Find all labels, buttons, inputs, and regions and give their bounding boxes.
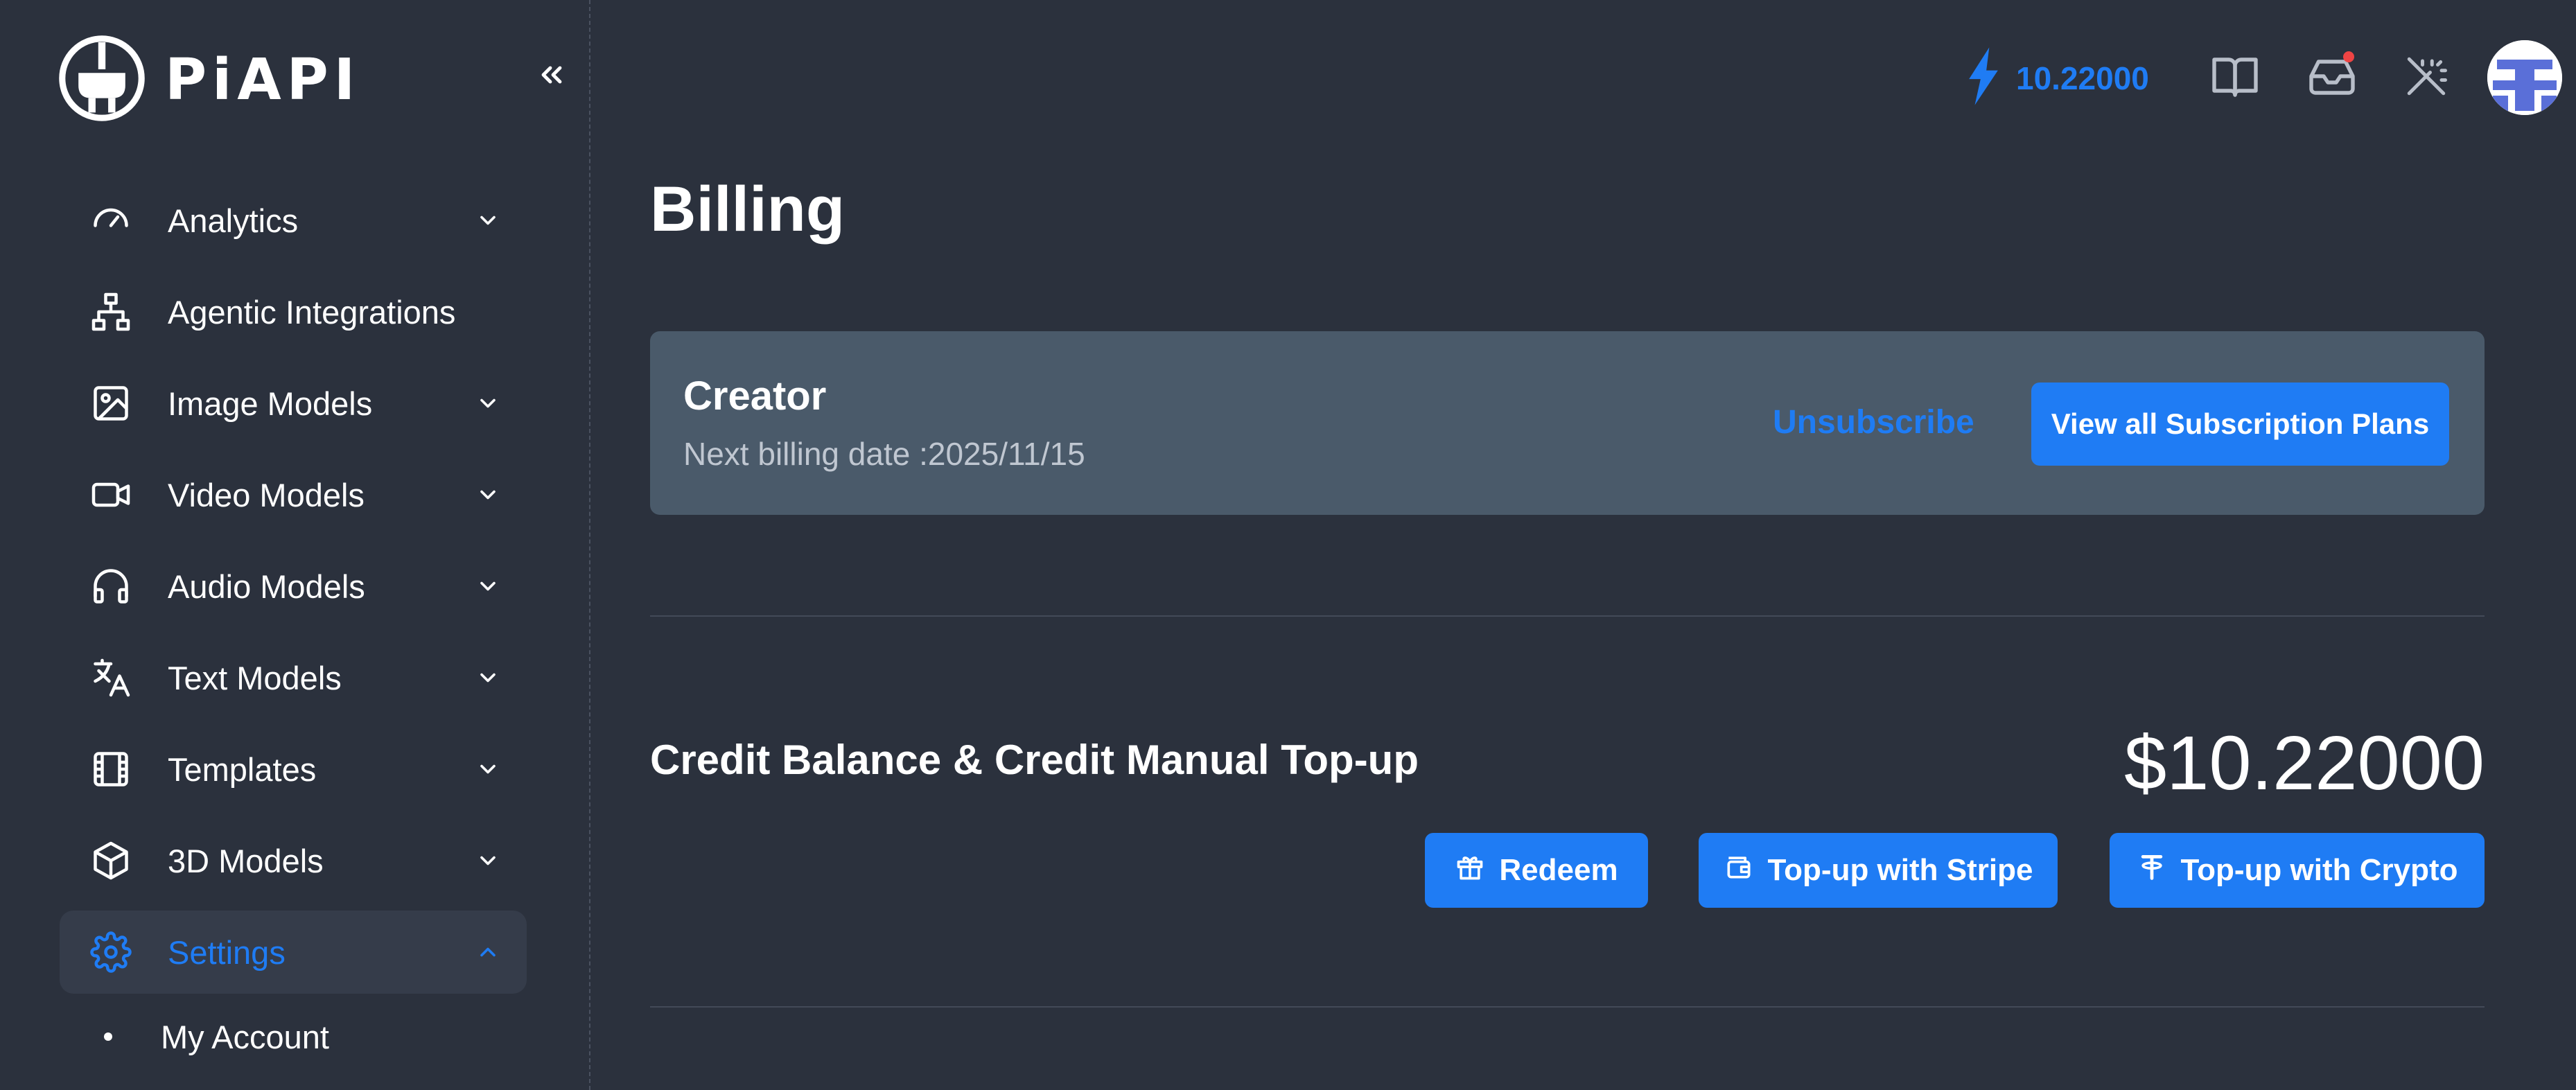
sidebar-item-label: 3D Models xyxy=(168,842,324,879)
avatar[interactable] xyxy=(2487,40,2562,115)
sitemap-icon xyxy=(90,291,132,333)
button-label: Top-up with Stripe xyxy=(1767,853,2033,887)
sidebar-item-label: Image Models xyxy=(168,385,373,422)
sidebar-item-audio-models[interactable]: Audio Models xyxy=(60,545,527,628)
tether-icon xyxy=(2137,852,2167,890)
chevron-up-icon xyxy=(473,937,503,967)
sidebar-item-image-models[interactable]: Image Models xyxy=(60,362,527,445)
headphones-icon xyxy=(90,565,132,607)
divider xyxy=(650,1006,2485,1008)
chevron-down-icon xyxy=(473,754,503,784)
gauge-icon xyxy=(90,200,132,241)
translate-icon xyxy=(90,657,132,698)
sidebar-subitem-my-account[interactable]: My Account xyxy=(60,1002,527,1071)
next-billing-date: Next billing date :2025/11/15 xyxy=(683,436,1085,472)
redeem-button[interactable]: Redeem xyxy=(1425,833,1648,908)
sidebar: PiAPI Analytics Agentic Integrations Ima… xyxy=(0,0,590,1090)
subscription-card: Creator Next billing date :2025/11/15 Un… xyxy=(650,331,2485,515)
bullet-dot xyxy=(104,1032,112,1041)
gift-icon xyxy=(1455,852,1485,890)
button-label: Top-up with Crypto xyxy=(2180,853,2458,887)
chevron-down-icon xyxy=(473,480,503,510)
chevron-down-icon xyxy=(473,388,503,419)
sidebar-item-text-models[interactable]: Text Models xyxy=(60,636,527,719)
top-up-stripe-button[interactable]: Top-up with Stripe xyxy=(1699,833,2058,908)
sidebar-item-label: Agentic Integrations xyxy=(168,293,456,331)
plan-name: Creator xyxy=(683,373,827,419)
top-up-crypto-button[interactable]: Top-up with Crypto xyxy=(2110,833,2485,908)
wallet-icon xyxy=(1724,852,1754,890)
view-subscription-plans-button[interactable]: View all Subscription Plans xyxy=(2031,383,2449,466)
page-title: Billing xyxy=(650,174,845,245)
sidebar-item-analytics[interactable]: Analytics xyxy=(60,179,527,262)
logo-icon xyxy=(57,33,147,127)
app-root: PiAPI Analytics Agentic Integrations Ima… xyxy=(0,0,2576,1090)
sidebar-nav: Analytics Agentic Integrations Image Mod… xyxy=(60,179,527,1071)
collapse-sidebar-button[interactable] xyxy=(529,54,574,98)
sidebar-item-label: Video Models xyxy=(168,476,365,513)
sidebar-item-settings[interactable]: Settings xyxy=(60,911,527,994)
button-label: Redeem xyxy=(1499,853,1618,887)
sidebar-subitem-label: My Account xyxy=(161,1018,329,1055)
sidebar-item-label: Templates xyxy=(168,750,317,788)
sidebar-item-label: Settings xyxy=(168,933,286,971)
gear-icon xyxy=(90,931,132,973)
film-icon xyxy=(90,748,132,790)
unsubscribe-link[interactable]: Unsubscribe xyxy=(1773,403,1974,441)
chevron-down-icon xyxy=(473,205,503,236)
sidebar-item-label: Audio Models xyxy=(168,568,365,605)
double-chevron-left-icon xyxy=(535,58,568,95)
sidebar-item-templates[interactable]: Templates xyxy=(60,728,527,811)
sidebar-item-label: Text Models xyxy=(168,659,342,696)
video-camera-icon xyxy=(90,474,132,516)
logo-text: PiAPI xyxy=(165,47,361,113)
chevron-down-icon xyxy=(473,571,503,601)
cube-icon xyxy=(90,840,132,881)
sidebar-item-video-models[interactable]: Video Models xyxy=(60,453,527,536)
credit-balance-amount: $10.22000 xyxy=(2124,721,2485,806)
chevron-down-icon xyxy=(473,662,503,693)
divider xyxy=(650,615,2485,617)
sidebar-item-label: Analytics xyxy=(168,202,299,239)
sidebar-item-agentic-integrations[interactable]: Agentic Integrations xyxy=(60,270,527,353)
main-content: Billing Creator Next billing date :2025/… xyxy=(650,0,2485,1090)
chevron-down-icon xyxy=(473,845,503,876)
image-icon xyxy=(90,383,132,424)
brand-logo[interactable]: PiAPI xyxy=(57,33,360,127)
sidebar-item-3d-models[interactable]: 3D Models xyxy=(60,819,527,902)
credit-balance-title: Credit Balance & Credit Manual Top-up xyxy=(650,737,1419,783)
button-label: View all Subscription Plans xyxy=(2051,407,2430,440)
